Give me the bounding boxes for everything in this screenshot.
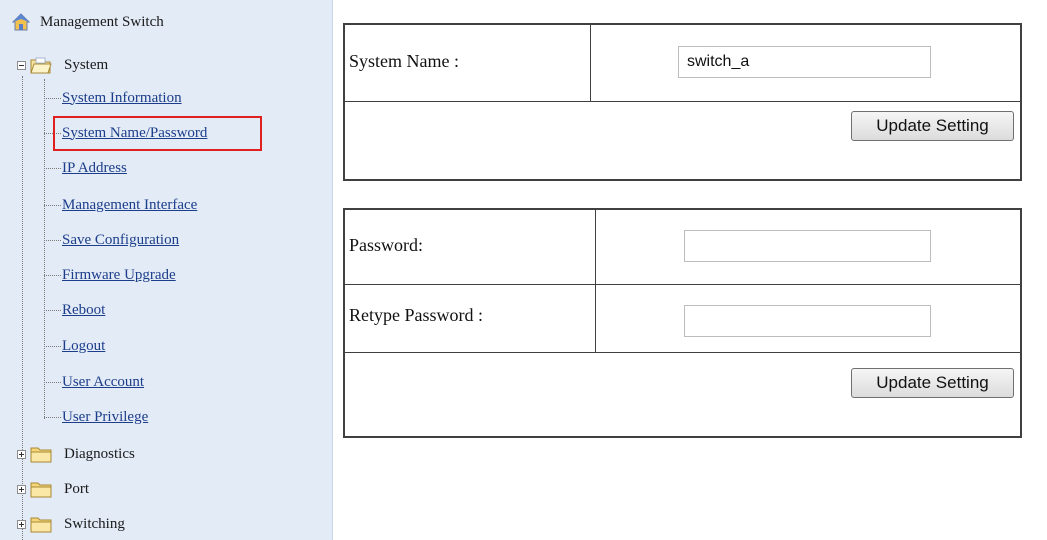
tree-root[interactable]: Management Switch — [12, 10, 164, 34]
folder-icon — [30, 482, 52, 498]
expand-icon[interactable] — [17, 449, 26, 459]
tree-item-system-information[interactable]: System Information — [44, 87, 182, 109]
system-name-label: System Name : — [349, 51, 459, 71]
update-system-name-button[interactable]: Update Setting — [851, 111, 1014, 141]
folder-system[interactable]: System — [17, 53, 108, 77]
link-firmware-upgrade[interactable]: Firmware Upgrade — [62, 267, 176, 284]
system-name-form: System Name : Update Setting — [343, 23, 1022, 181]
link-user-privilege[interactable]: User Privilege — [62, 409, 148, 426]
folder-icon — [30, 517, 52, 533]
sidebar-tree: Management Switch System System Informat… — [0, 0, 333, 540]
link-system-information[interactable]: System Information — [62, 90, 182, 107]
open-folder-icon — [30, 57, 52, 74]
expand-icon[interactable] — [17, 484, 26, 494]
tree-item-user-account[interactable]: User Account — [44, 371, 144, 393]
folder-port-label: Port — [64, 480, 90, 497]
tree-item-user-privilege[interactable]: User Privilege — [44, 406, 148, 428]
folder-switching[interactable]: Switching — [17, 512, 125, 536]
folder-diagnostics[interactable]: Diagnostics — [17, 442, 135, 466]
password-input[interactable] — [684, 230, 931, 262]
link-save-configuration[interactable]: Save Configuration — [62, 232, 179, 249]
tree-item-logout[interactable]: Logout — [44, 335, 105, 357]
link-management-interface[interactable]: Management Interface — [62, 197, 197, 214]
system-name-input[interactable] — [678, 46, 931, 78]
folder-system-label: System — [64, 56, 109, 73]
tree-connector — [22, 76, 23, 540]
folder-icon — [30, 447, 52, 463]
link-ip-address[interactable]: IP Address — [62, 160, 127, 177]
tree-item-management-interface[interactable]: Management Interface — [44, 194, 197, 216]
tree-item-ip-address[interactable]: IP Address — [44, 157, 127, 179]
password-form: Password: Retype Password : Update Setti… — [343, 208, 1022, 438]
update-password-button[interactable]: Update Setting — [851, 368, 1014, 398]
retype-password-input[interactable] — [684, 305, 931, 337]
collapse-icon[interactable] — [17, 60, 26, 70]
link-user-account[interactable]: User Account — [62, 374, 144, 391]
folder-diagnostics-label: Diagnostics — [64, 445, 135, 462]
retype-password-label: Retype Password : — [349, 305, 483, 325]
link-logout[interactable]: Logout — [62, 338, 105, 355]
password-label: Password: — [349, 235, 424, 255]
tree-root-label: Management Switch — [40, 13, 164, 30]
link-reboot[interactable]: Reboot — [62, 302, 105, 319]
tree-item-save-configuration[interactable]: Save Configuration — [44, 229, 179, 251]
home-icon — [12, 13, 30, 31]
folder-port[interactable]: Port — [17, 477, 89, 501]
tree-item-reboot[interactable]: Reboot — [44, 299, 105, 321]
expand-icon[interactable] — [17, 519, 26, 529]
folder-switching-label: Switching — [64, 515, 125, 532]
tree-item-firmware-upgrade[interactable]: Firmware Upgrade — [44, 264, 176, 286]
selected-item-highlight — [53, 116, 262, 151]
